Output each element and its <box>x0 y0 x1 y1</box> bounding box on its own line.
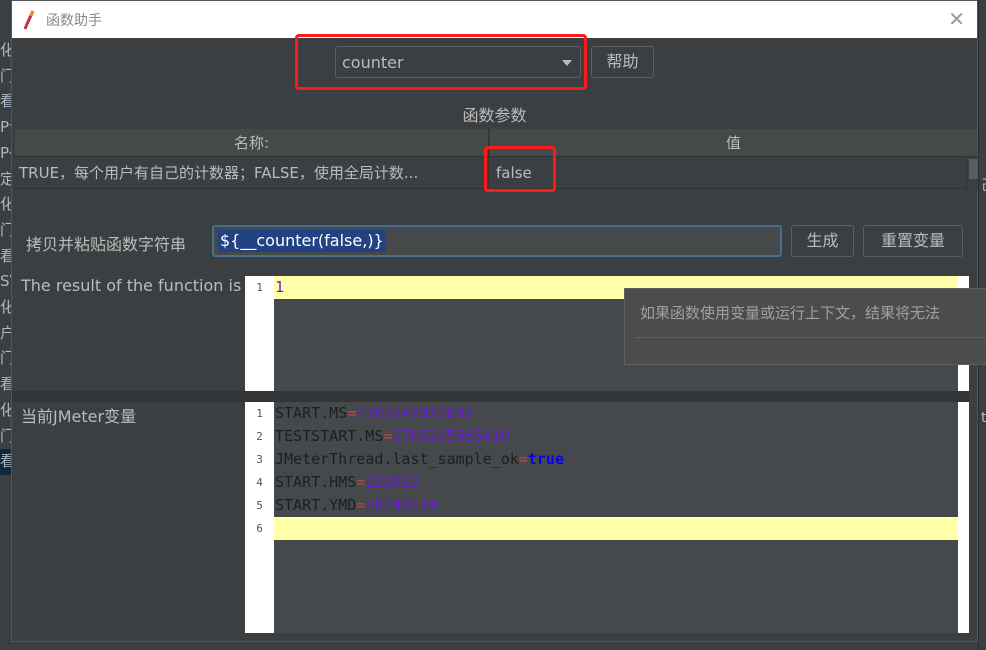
bg-fragment: 化 <box>0 298 11 317</box>
variable-value: 20240114 <box>365 496 438 514</box>
line-number: 5 <box>256 499 263 512</box>
bg-fragment: 门 <box>0 349 11 368</box>
result-label: The result of the function is <box>21 276 242 295</box>
line-number: 3 <box>256 453 263 466</box>
line-number: 4 <box>256 476 263 489</box>
vars-label: 当前JMeter变量 <box>21 407 137 426</box>
scrollbar-thumb[interactable] <box>969 159 978 179</box>
bg-fragment: SV <box>0 272 11 291</box>
line-number: 1 <box>256 407 263 420</box>
variable-line: START.HMS=222022 <box>274 471 958 494</box>
bg-fragment: 化 <box>0 400 11 419</box>
bg-fragment: 门 <box>0 426 11 445</box>
background-window-sidebar: 化门看P讠P亻定化门看SV化户门看化门看 <box>0 38 11 475</box>
variable-value: 222022 <box>365 473 420 491</box>
jmeter-feather-icon <box>23 10 35 30</box>
param-value-cell[interactable]: false <box>490 158 977 189</box>
variable-line <box>274 517 958 540</box>
variable-key: START.HMS <box>275 473 357 491</box>
line-number: 1 <box>256 281 263 294</box>
bg-fragment: 看 <box>0 449 11 475</box>
bg-fragment: 看 <box>0 246 11 265</box>
title-bar: 函数助手 ✕ <box>12 1 977 38</box>
bg-fragment: 看 <box>0 375 11 394</box>
bg-fragment: 化 <box>0 195 11 214</box>
generate-button[interactable]: 生成 <box>791 225 854 257</box>
annotation-box <box>484 146 556 192</box>
equals-sign: = <box>356 473 366 491</box>
variable-line: JMeterThread.last_sample_ok=true <box>274 448 958 471</box>
variable-line: TESTSTART.MS=1705245665410 <box>274 425 958 448</box>
bg-fragment: 定 <box>0 169 11 188</box>
variable-key: JMeterThread.last_sample_ok <box>275 450 519 468</box>
bg-fragment: 门 <box>0 66 11 85</box>
variable-key: START.YMD <box>275 496 357 514</box>
variable-value: 1705242022892 <box>356 404 474 422</box>
function-string-value: ${__counter(false,)} <box>218 230 386 252</box>
copy-label: 拷贝并粘贴函数字符串 <box>26 235 187 254</box>
equals-sign: = <box>518 450 528 468</box>
variable-line: START.YMD=20240114 <box>274 494 958 517</box>
variable-value: true <box>527 450 564 468</box>
bg-fragment: 门 <box>0 220 11 239</box>
bg-fragment: ts <box>981 410 986 426</box>
bg-fragment: 化 <box>0 41 11 59</box>
variable-value: 1705245665410 <box>392 427 510 445</box>
bg-fragment: 看 <box>0 92 11 111</box>
tooltip-divider <box>635 337 986 338</box>
column-header-name[interactable]: 名称: <box>15 129 489 157</box>
bg-fragment: P讠 <box>0 118 11 137</box>
bg-fragment: 户 <box>0 323 11 342</box>
function-string-input[interactable]: ${__counter(false,)} <box>212 225 782 257</box>
line-number: 6 <box>256 522 263 535</box>
tooltip: 如果函数使用变量或运行上下文，结果将无法 <box>624 288 986 365</box>
close-icon[interactable]: ✕ <box>948 7 965 31</box>
editor-edge <box>958 402 969 633</box>
reset-variables-button[interactable]: 重置变量 <box>863 225 963 257</box>
bg-fragment: P亻 <box>0 143 11 162</box>
variables-editor[interactable]: 1 START.MS=1705242022892 2 TESTSTART.MS=170… <box>245 402 969 633</box>
tooltip-text: 如果函数使用变量或运行上下文，结果将无法 <box>640 304 941 322</box>
variable-key: START.MS <box>275 404 348 422</box>
params-title: 函数参数 <box>462 106 527 125</box>
annotation-box <box>295 34 587 90</box>
equals-sign: = <box>356 496 366 514</box>
line-number: 2 <box>256 430 263 443</box>
bg-fragment: 己 <box>981 175 986 195</box>
equals-sign: = <box>347 404 357 422</box>
table-scrollbar[interactable] <box>966 157 978 191</box>
column-header-value[interactable]: 值 <box>490 129 977 157</box>
variable-line: START.MS=1705242022892 <box>274 402 958 425</box>
variable-key: TESTSTART.MS <box>275 427 384 445</box>
param-name-cell[interactable]: TRUE，每个用户有自己的计数器；FALSE，使用全局计数... <box>15 158 489 189</box>
divider <box>12 391 969 402</box>
help-button[interactable]: 帮助 <box>591 46 654 78</box>
dialog-title: 函数助手 <box>46 13 102 29</box>
